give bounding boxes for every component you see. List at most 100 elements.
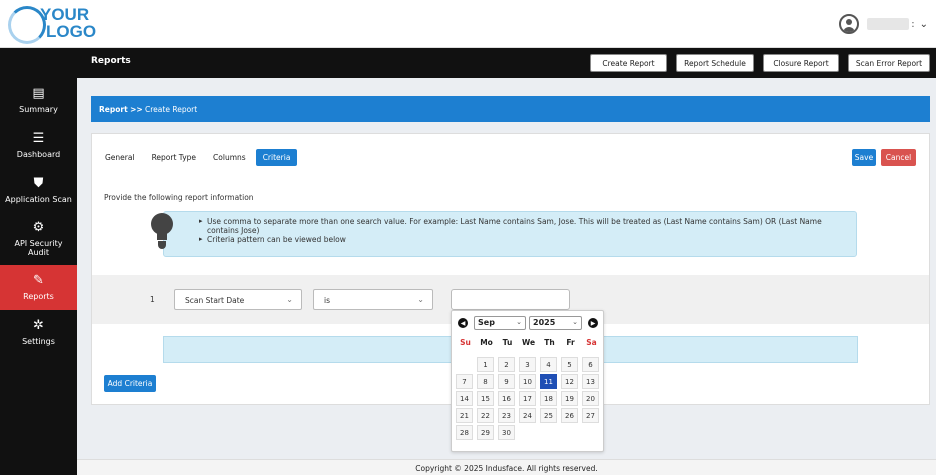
tab-criteria[interactable]: Criteria [255, 149, 298, 166]
info-line-1: Use comma to separate more than one sear… [199, 217, 848, 235]
sidebar-item-label: Settings [22, 337, 55, 346]
weekday-label: Th [544, 338, 555, 347]
calendar-day[interactable]: 12 [561, 374, 578, 389]
weekday-label: Mo [480, 338, 493, 347]
logo-text: YOUR LOGO [40, 6, 96, 40]
calendar-day[interactable]: 15 [477, 391, 494, 406]
calendar-day[interactable]: 9 [498, 374, 515, 389]
calendar-day[interactable]: 7 [456, 374, 473, 389]
page-title-bar: Reports Create Report Report Schedule Cl… [77, 48, 936, 78]
breadcrumb: Report >> Create Report [91, 96, 930, 122]
api-icon: ⚙ [32, 220, 45, 235]
weekday-label: Fr [566, 338, 575, 347]
sidebar: ▤ Summary ☰ Dashboard ⛊ Application Scan… [0, 48, 77, 475]
chevron-down-icon: ⌄ [516, 318, 522, 326]
calendar-day[interactable]: 14 [456, 391, 473, 406]
tab-bar: General Report Type Columns Criteria [98, 149, 300, 166]
criteria-operator-select[interactable]: is ⌄ [313, 289, 433, 310]
breadcrumb-current: Create Report [145, 105, 198, 114]
info-title: Provide the following report information [104, 193, 254, 202]
settings-gear-icon: ✲ [33, 318, 44, 333]
user-avatar-icon[interactable] [839, 14, 860, 34]
info-line-2: Criteria pattern can be viewed below [199, 235, 848, 244]
weekday-label: Su [460, 338, 471, 347]
sidebar-item-api-security-audit[interactable]: ⚙ API Security Audit [0, 213, 77, 265]
lightbulb-icon [151, 213, 173, 253]
report-schedule-button[interactable]: Report Schedule [676, 54, 754, 72]
sidebar-item-reports[interactable]: ✎ Reports [0, 265, 77, 310]
sidebar-item-label: Application Scan [5, 195, 72, 204]
calendar-day[interactable]: 1 [477, 357, 494, 372]
calendar-day[interactable]: 25 [540, 408, 557, 423]
calendar-day[interactable]: 19 [561, 391, 578, 406]
calendar-day[interactable]: 3 [519, 357, 536, 372]
sidebar-item-label: API Security Audit [14, 239, 63, 257]
summary-icon: ▤ [32, 86, 45, 101]
create-report-button[interactable]: Create Report [590, 54, 667, 72]
calendar-day[interactable]: 13 [582, 374, 599, 389]
report-edit-icon: ✎ [33, 273, 44, 288]
calendar-day[interactable]: 26 [561, 408, 578, 423]
calendar-day[interactable]: 17 [519, 391, 536, 406]
user-name-redacted [867, 18, 910, 30]
cancel-button[interactable]: Cancel [881, 149, 916, 166]
dashboard-icon: ☰ [32, 131, 45, 146]
logo-line-2: LOGO [46, 22, 97, 41]
calendar-day[interactable]: 10 [519, 374, 536, 389]
calendar-day[interactable]: 6 [582, 357, 599, 372]
calendar-day[interactable]: 28 [456, 425, 473, 440]
sidebar-item-label: Dashboard [16, 150, 61, 159]
weekday-header: Su Mo Tu We Th Fr Sa [455, 338, 602, 347]
footer-copyright: Copyright © 2025 Indusface. All rights r… [77, 459, 936, 475]
sidebar-item-settings[interactable]: ✲ Settings [0, 310, 77, 355]
calendar-day[interactable]: 20 [582, 391, 599, 406]
sidebar-item-application-scan[interactable]: ⛊ Application Scan [0, 168, 77, 213]
criteria-field-value: Scan Start Date [185, 296, 245, 305]
sidebar-item-dashboard[interactable]: ☰ Dashboard [0, 123, 77, 168]
calendar-day[interactable]: 4 [540, 357, 557, 372]
calendar-day[interactable]: 11 [540, 374, 557, 389]
add-criteria-button[interactable]: Add Criteria [104, 375, 156, 392]
top-header: YOUR LOGO : ⌄ [0, 0, 936, 48]
logo[interactable]: YOUR LOGO [8, 4, 118, 44]
calendar-day[interactable]: 18 [540, 391, 557, 406]
tab-general[interactable]: General [98, 149, 142, 166]
year-select[interactable]: 2025 ⌄ [529, 316, 582, 330]
calendar-day[interactable]: 27 [582, 408, 599, 423]
calendar-day[interactable]: 5 [561, 357, 578, 372]
calendar-day[interactable]: 23 [498, 408, 515, 423]
sidebar-item-label: Reports [23, 292, 54, 301]
date-picker: ◀ Sep ⌄ 2025 ⌄ ▶ Su Mo Tu We Th Fr Sa 12345678… [451, 310, 604, 452]
tab-report-type[interactable]: Report Type [145, 149, 203, 166]
closure-report-button[interactable]: Closure Report [763, 54, 839, 72]
calendar-day[interactable]: 30 [498, 425, 515, 440]
sidebar-item-summary[interactable]: ▤ Summary [0, 78, 77, 123]
criteria-date-input[interactable] [451, 289, 570, 310]
next-month-icon[interactable]: ▶ [588, 318, 598, 328]
breadcrumb-root[interactable]: Report [99, 105, 128, 114]
month-select[interactable]: Sep ⌄ [474, 316, 526, 330]
calendar-day[interactable]: 29 [477, 425, 494, 440]
criteria-operator-value: is [324, 296, 330, 305]
scan-error-report-button[interactable]: Scan Error Report [848, 54, 930, 72]
calendar-day[interactable]: 8 [477, 374, 494, 389]
save-button[interactable]: Save [852, 149, 876, 166]
page-title: Reports [91, 56, 131, 66]
user-menu[interactable]: : ⌄ [839, 13, 928, 35]
calendar-day[interactable]: 16 [498, 391, 515, 406]
user-colon: : [911, 18, 915, 30]
calendar-day[interactable]: 21 [456, 408, 473, 423]
prev-month-icon[interactable]: ◀ [458, 318, 468, 328]
chevron-down-icon[interactable]: ⌄ [920, 19, 928, 30]
sidebar-item-label: Summary [19, 105, 58, 114]
calendar-day[interactable]: 24 [519, 408, 536, 423]
chevron-down-icon: ⌄ [572, 318, 578, 326]
tab-columns[interactable]: Columns [206, 149, 253, 166]
criteria-field-select[interactable]: Scan Start Date ⌄ [174, 289, 302, 310]
calendar-day[interactable]: 22 [477, 408, 494, 423]
info-box: Use comma to separate more than one sear… [163, 211, 857, 257]
weekday-label: Tu [502, 338, 513, 347]
breadcrumb-separator: >> [130, 105, 143, 114]
chevron-down-icon: ⌄ [286, 295, 293, 304]
calendar-day[interactable]: 2 [498, 357, 515, 372]
